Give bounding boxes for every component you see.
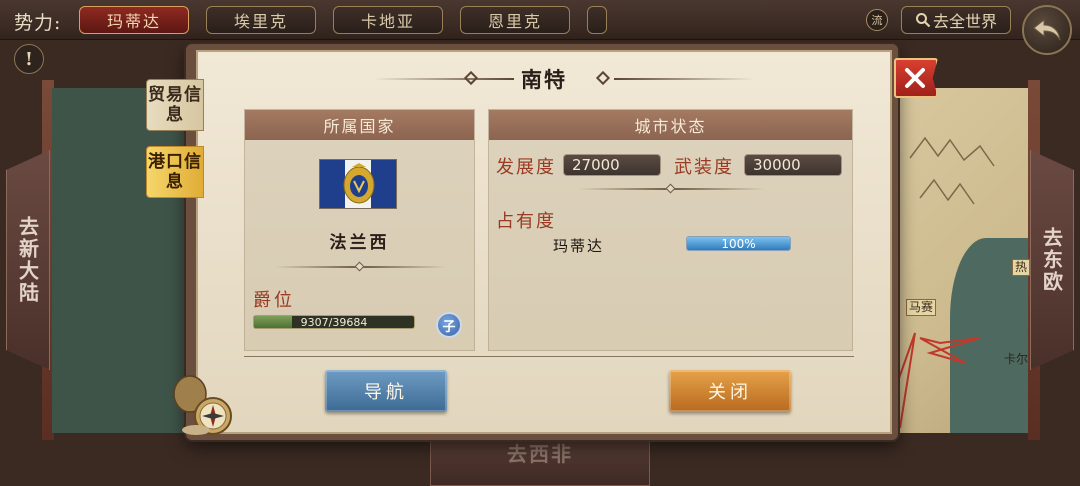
- development-value: 27000: [563, 154, 661, 176]
- go-east-europe-button[interactable]: 去东欧: [1030, 150, 1074, 370]
- go-world-button[interactable]: 去全世界: [901, 6, 1011, 34]
- country-panel-header: 所属国家: [245, 110, 474, 140]
- back-button[interactable]: [1022, 5, 1072, 55]
- navigate-button[interactable]: 导航: [325, 370, 447, 412]
- status-divider-dot: [665, 183, 676, 194]
- france-flag: [319, 159, 397, 209]
- dialog-bottom-divider: [244, 356, 854, 357]
- map-city-label[interactable]: 马赛: [906, 299, 937, 316]
- city-status-header: 城市状态: [489, 110, 852, 140]
- compass-icon[interactable]: [166, 372, 236, 438]
- occupancy-label: 占有度: [496, 211, 556, 232]
- map-city-label[interactable]: 热: [1012, 259, 1031, 276]
- map-area-right[interactable]: [890, 88, 1030, 433]
- military-label: 武装度: [674, 157, 734, 178]
- alert-icon[interactable]: !: [14, 44, 44, 74]
- dialog-title: 南特: [521, 67, 567, 92]
- rank-badge[interactable]: 子: [436, 312, 462, 338]
- city-status-panel: 城市状态 发展度 27000 武装度 30000 占有度 玛蒂达 100%: [488, 109, 853, 351]
- go-west-africa-button[interactable]: 去西非: [430, 438, 650, 486]
- country-name: 法兰西: [329, 233, 390, 253]
- close-icon: [905, 68, 925, 88]
- close-dialog-button[interactable]: [894, 58, 938, 98]
- rank-label: 爵位: [253, 290, 295, 311]
- rank-progress-text: 9307/39684: [300, 315, 368, 329]
- rank-progress-bar: 9307/39684: [253, 315, 415, 329]
- tab-trade-info[interactable]: 贸易信息: [146, 79, 204, 131]
- go-world-label: 去全世界: [932, 12, 997, 31]
- faction-tab-2[interactable]: 埃里克: [206, 6, 316, 34]
- faction-tab-4[interactable]: 恩里克: [460, 6, 570, 34]
- close-button[interactable]: 关闭: [669, 370, 791, 412]
- back-arrow-icon: [1033, 18, 1061, 41]
- title-ornament-right: [614, 78, 754, 80]
- occupant-name: 玛蒂达: [553, 237, 605, 255]
- tab-port-info[interactable]: 港口信息: [146, 146, 204, 198]
- faction-tab-1[interactable]: 玛蒂达: [79, 6, 189, 34]
- top-bar: 势力: 玛蒂达 埃里克 卡地亚 恩里克 流 去全世界: [0, 0, 1080, 40]
- development-label: 发展度: [496, 157, 556, 178]
- flow-button[interactable]: 流: [866, 9, 888, 31]
- country-divider-dot: [354, 261, 365, 272]
- map-city-label[interactable]: 卡尔: [1002, 352, 1030, 367]
- faction-tab-3[interactable]: 卡地亚: [333, 6, 443, 34]
- coat-of-arms-icon: [343, 163, 375, 204]
- map-mountains: [890, 136, 995, 429]
- country-panel: 所属国家 法兰西 爵位 9307/39684 子: [244, 109, 475, 351]
- go-new-world-button[interactable]: 去新大陆: [6, 150, 50, 370]
- occupancy-text: 100%: [721, 236, 756, 251]
- occupancy-bar: 100%: [686, 236, 791, 251]
- faction-label: 势力:: [14, 12, 62, 34]
- military-value: 30000: [744, 154, 842, 176]
- search-icon: [915, 13, 931, 28]
- faction-tab-more[interactable]: [587, 6, 607, 34]
